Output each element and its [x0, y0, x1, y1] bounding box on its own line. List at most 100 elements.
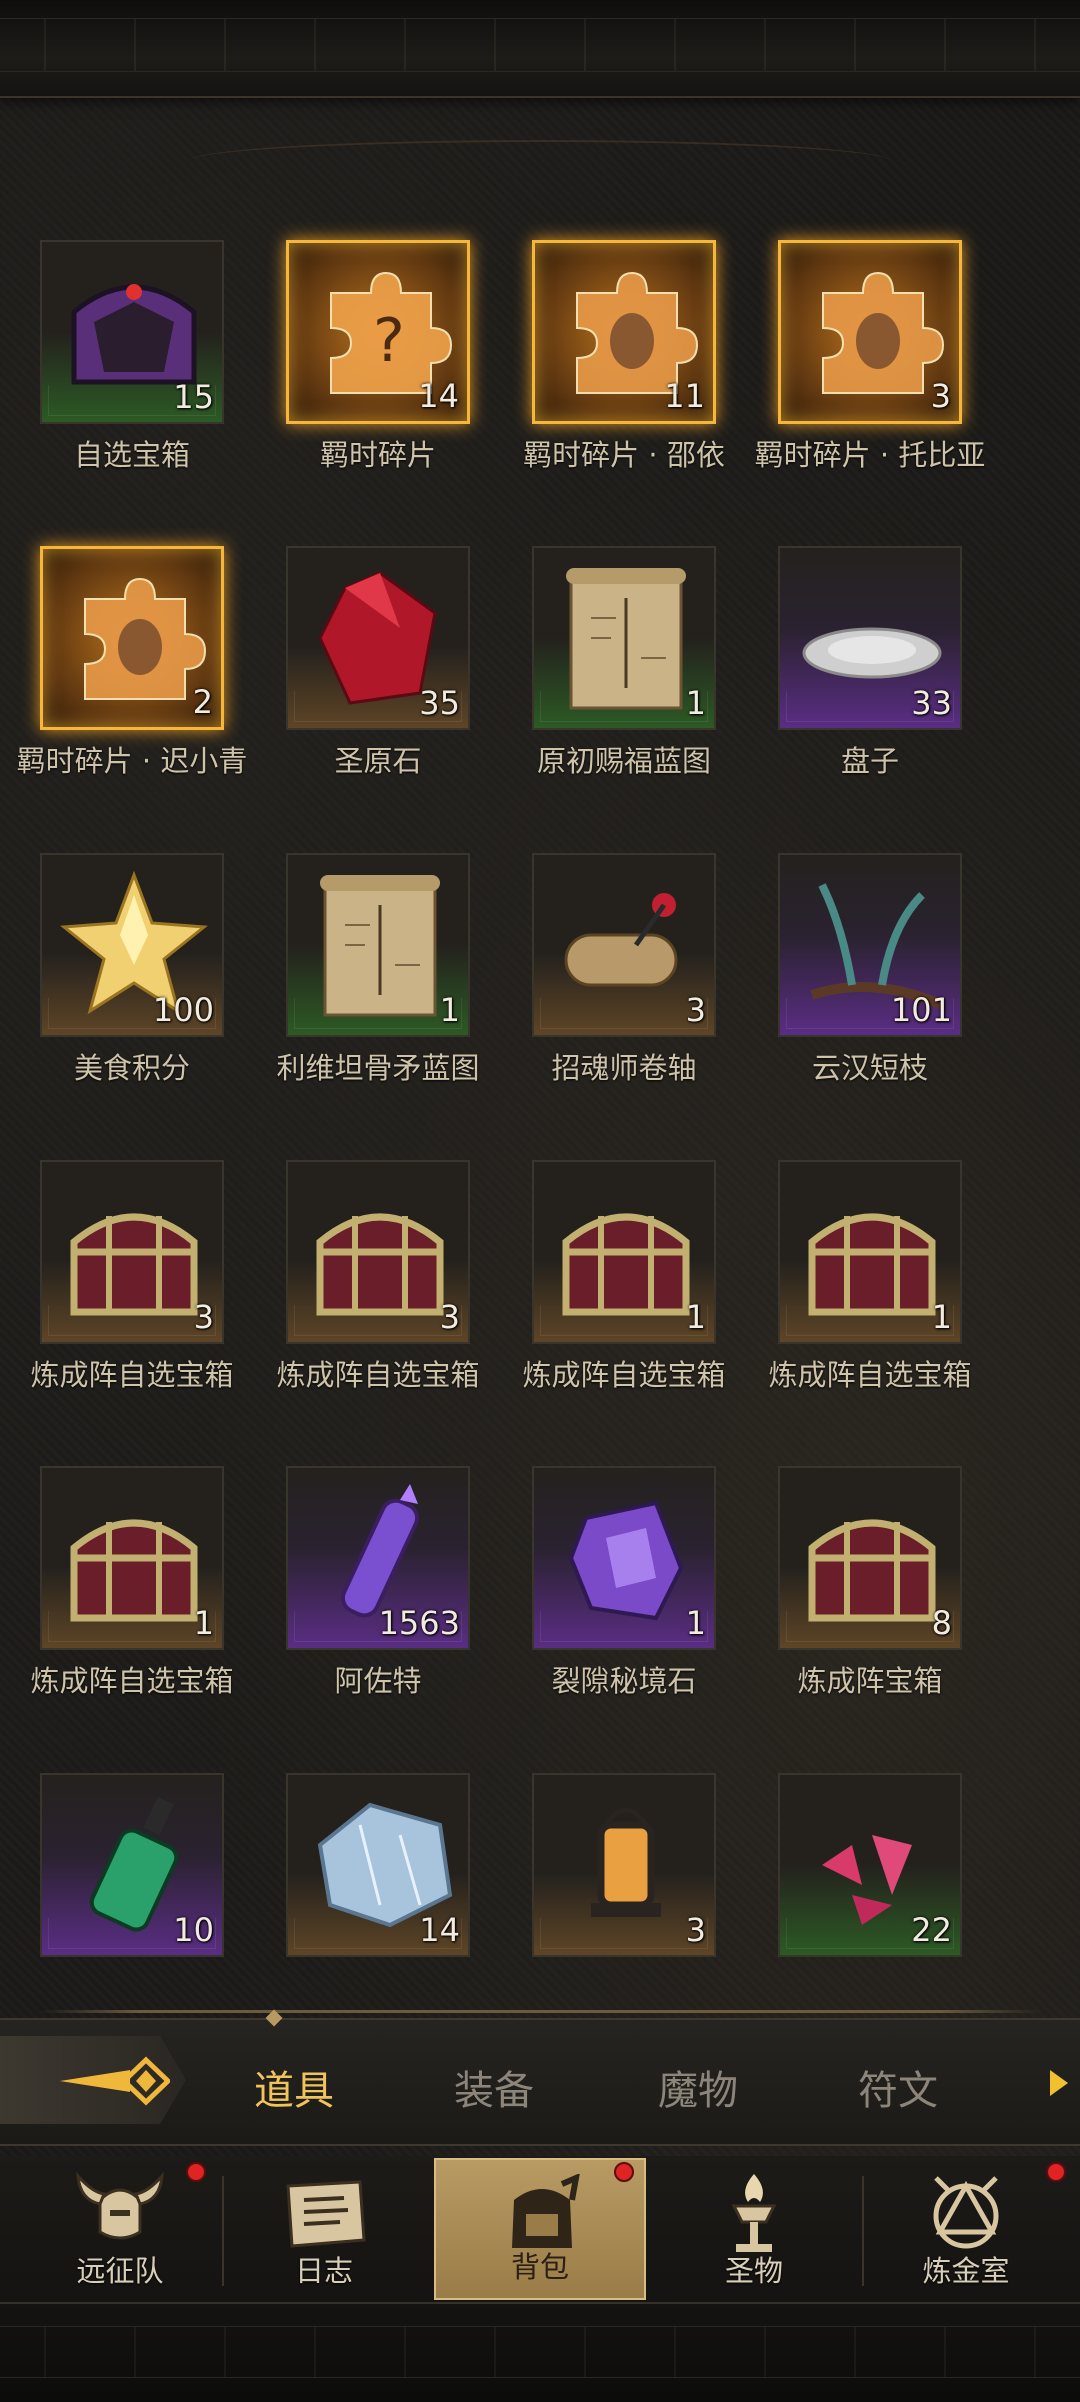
- inventory-item[interactable]: ? 14 羁时碎片: [252, 240, 472, 490]
- puzzle-portrait-icon: [822, 271, 945, 394]
- item-tile[interactable]: 14: [286, 1773, 470, 1957]
- inventory-item[interactable]: 22: [744, 1773, 964, 2023]
- inventory-item[interactable]: 1 炼成阵自选宝箱: [6, 1466, 234, 1716]
- lantern-icon: [591, 1807, 661, 1917]
- nav-journal[interactable]: 日志: [224, 2156, 424, 2302]
- item-count: 14: [419, 1911, 460, 1949]
- horned-helmet-icon: [76, 2171, 164, 2240]
- item-count: 100: [152, 991, 214, 1029]
- inventory-item[interactable]: 1563 阿佐特: [252, 1466, 472, 1716]
- tab-monsters[interactable]: 魔物: [628, 2058, 768, 2116]
- item-tile[interactable]: 3: [40, 1160, 224, 1344]
- item-tile[interactable]: 33: [778, 546, 962, 730]
- inventory-item[interactable]: 2 羁时碎片 · 迟小青: [6, 546, 247, 796]
- item-count: 1: [685, 684, 706, 722]
- item-count: 1: [931, 1298, 952, 1336]
- item-count: 101: [890, 991, 952, 1029]
- nav-relics-label: 圣物: [724, 2254, 783, 2288]
- item-count: 3: [439, 1298, 460, 1336]
- inventory-item[interactable]: 10: [6, 1773, 226, 2023]
- item-count: 1: [685, 1298, 706, 1336]
- item-tile[interactable]: 1: [532, 546, 716, 730]
- inventory-item[interactable]: 1 原初赐福蓝图: [498, 546, 718, 796]
- scroll-blueprint-icon: [566, 568, 686, 710]
- item-tile[interactable]: 8: [778, 1466, 962, 1650]
- item-tile[interactable]: 1: [532, 1160, 716, 1344]
- list-divider: [40, 2010, 1040, 2013]
- chest-icon: [562, 1213, 690, 1316]
- item-tile[interactable]: 15: [40, 240, 224, 424]
- item-tile[interactable]: 11: [532, 240, 716, 424]
- inventory-item[interactable]: 3 招魂师卷轴: [498, 853, 718, 1103]
- inventory-item[interactable]: 33 盘子: [744, 546, 964, 796]
- item-tile[interactable]: 101: [778, 853, 962, 1037]
- item-name: 炼成阵自选宝箱: [30, 1358, 234, 1392]
- alchemy-circle-icon: [933, 2176, 999, 2249]
- inventory-item[interactable]: 1 炼成阵自选宝箱: [498, 1160, 726, 1410]
- notification-dot: [614, 2162, 634, 2182]
- filter-toggle-button[interactable]: [0, 2036, 186, 2124]
- inventory-item[interactable]: 14: [252, 1773, 472, 2023]
- item-name: 炼成阵自选宝箱: [768, 1358, 972, 1392]
- item-tile[interactable]: 100: [40, 853, 224, 1037]
- inventory-item[interactable]: 1 裂隙秘境石: [498, 1466, 718, 1716]
- inventory-item[interactable]: 3 炼成阵自选宝箱: [252, 1160, 480, 1410]
- item-count: 15: [173, 378, 214, 416]
- item-tile[interactable]: 22: [778, 1773, 962, 1957]
- inventory-item[interactable]: 1 利维坦骨矛蓝图: [252, 853, 480, 1103]
- rolled-scroll-icon: [564, 893, 678, 987]
- nav-relics[interactable]: 圣物: [654, 2156, 854, 2302]
- inventory-item[interactable]: 3 炼成阵自选宝箱: [6, 1160, 234, 1410]
- item-tile[interactable]: 1: [778, 1160, 962, 1344]
- item-tile[interactable]: 1: [40, 1466, 224, 1650]
- nav-alchemy[interactable]: 炼金室: [866, 2156, 1066, 2302]
- tab-equipment[interactable]: 装备: [424, 2058, 564, 2116]
- item-tile[interactable]: 2: [40, 546, 224, 730]
- notification-dot: [1046, 2162, 1066, 2182]
- item-tile[interactable]: 1563: [286, 1466, 470, 1650]
- item-tile[interactable]: 1: [286, 853, 470, 1037]
- item-count: 3: [930, 377, 951, 415]
- item-name: 炼成阵自选宝箱: [276, 1358, 480, 1392]
- scroll-right-arrow-icon[interactable]: [1050, 2070, 1068, 2096]
- item-tile[interactable]: ? 14: [286, 240, 470, 424]
- item-tile[interactable]: 3: [286, 1160, 470, 1344]
- tab-items[interactable]: 道具: [224, 2058, 364, 2116]
- chest-icon: [316, 1213, 444, 1316]
- item-count: 1: [193, 1604, 214, 1642]
- puzzle-portrait-icon: [84, 577, 207, 700]
- nav-journal-label: 日志: [294, 2254, 353, 2288]
- inventory-item[interactable]: 3: [498, 1773, 718, 2023]
- item-tile[interactable]: 1: [532, 1466, 716, 1650]
- item-name: 自选宝箱: [73, 438, 190, 472]
- inventory-item[interactable]: 15 自选宝箱: [6, 240, 226, 490]
- item-count: 3: [685, 991, 706, 1029]
- inventory-item[interactable]: 3 羁时碎片 · 托比亚: [744, 240, 985, 490]
- inventory-item[interactable]: 11 羁时碎片 · 邵依: [498, 240, 725, 490]
- item-name: 招魂师卷轴: [551, 1051, 697, 1085]
- bottom-nav: 远征队 日志 背包 圣物 炼金室: [0, 2156, 1080, 2302]
- item-tile[interactable]: 35: [286, 546, 470, 730]
- chest-icon: [70, 1519, 198, 1622]
- item-name: 盘子: [840, 744, 899, 778]
- tab-runes[interactable]: 符文: [828, 2058, 968, 2116]
- inventory-item[interactable]: 8 炼成阵宝箱: [744, 1466, 964, 1716]
- item-tile[interactable]: 3: [532, 1773, 716, 1957]
- inventory-item[interactable]: 1 炼成阵自选宝箱: [744, 1160, 972, 1410]
- journal-book-icon: [286, 2180, 366, 2248]
- inventory-item[interactable]: 101 云汉短枝: [744, 853, 964, 1103]
- top-frame: [0, 0, 1080, 98]
- item-name: 羁时碎片 · 迟小青: [16, 744, 248, 778]
- inventory-item[interactable]: 35 圣原石: [252, 546, 472, 796]
- item-name: 炼成阵自选宝箱: [522, 1358, 726, 1392]
- item-tile[interactable]: 10: [40, 1773, 224, 1957]
- nav-backpack[interactable]: 背包: [434, 2158, 646, 2300]
- item-count: 1: [439, 991, 460, 1029]
- header-ornament: [190, 140, 890, 182]
- inventory-item[interactable]: 100 美食积分: [6, 853, 226, 1103]
- item-tile[interactable]: 3: [532, 853, 716, 1037]
- bottom-frame: [0, 2302, 1080, 2402]
- item-name: 云汉短枝: [811, 1051, 928, 1085]
- item-tile[interactable]: 3: [778, 240, 962, 424]
- chest-icon: [70, 1213, 198, 1316]
